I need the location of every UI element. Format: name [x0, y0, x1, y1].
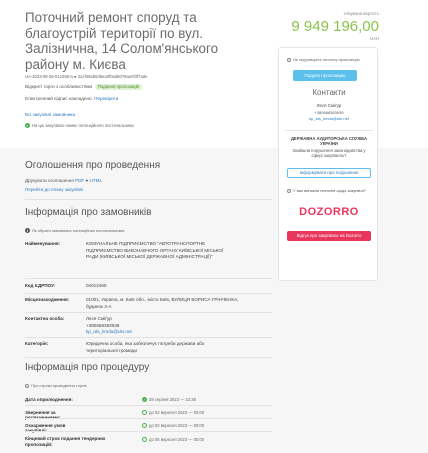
divider: [25, 337, 272, 338]
divider: [25, 278, 272, 279]
support-notice: Не підтримуєте поточну пропозицію: [287, 57, 371, 62]
divider: [25, 357, 272, 358]
verify-signature-link[interactable]: Перевірити: [94, 96, 118, 101]
print-html-link[interactable]: HTML: [90, 178, 103, 183]
print-label: Друкувати оголошення: [25, 178, 74, 183]
appeal-date: до 02 вересня 2023 — 00:00: [142, 423, 252, 430]
address-value: 01001, Україна, м. Київ обл., місто Київ…: [86, 297, 239, 309]
divider: [25, 199, 272, 200]
tender-id[interactable]: UA-2023-08-28-012359-a: [25, 74, 73, 79]
publication-date: ✓ 28 серпня 2023 — 22:36: [142, 397, 252, 404]
audit-title: ДЕРЖАВНА АУДИТОРСЬКА СЛУЖБА УКРАЇНИ: [290, 136, 368, 147]
tender-id-line: UA-2023-08-28-012359-a ● 31ef39ab0d5ea0f…: [25, 74, 148, 79]
clock-icon: [25, 383, 29, 388]
contact-person-value: Леся Сміґур +380668383939 kp_ats_kmda@uk…: [86, 316, 266, 336]
row-label: Категорія:: [25, 341, 49, 346]
info-icon: i: [25, 228, 30, 234]
no-notice-text: На цю закупівлю немає потенційного поста…: [32, 123, 134, 128]
customer-note: i Як обрати замовника потенційних постача…: [25, 228, 125, 234]
row-label: Місцезнаходження:: [25, 297, 70, 302]
contact-name: Леся Сміґур: [316, 103, 342, 108]
customer-name-value: КОМУНАЛЬНЕ ПІДПРИЄМСТВО "АВТОТРАНСПОРТНЕ…: [86, 241, 224, 260]
clock-icon: [142, 437, 147, 443]
price-amount: 9 949 196,00: [291, 18, 379, 35]
status-badge: Подання пропозицій: [94, 84, 143, 90]
submit-bid-button[interactable]: Подати пропозицію: [293, 70, 357, 81]
row-label: Контактна особа:: [25, 316, 65, 321]
procedure-note-text: Про строки проведення торгів: [31, 383, 87, 388]
info-icon: [287, 57, 291, 62]
customer-note-text: Як обрати замовника потенційних постачал…: [32, 228, 125, 233]
contacts-title: Контакти: [312, 88, 346, 97]
price-caption: очікувана вартість: [343, 11, 379, 16]
signature-line: Електронний підпис накладено. Перевірити: [25, 96, 118, 101]
contact-email[interactable]: kp_ats_kmda@ukr.net: [279, 116, 379, 121]
customer-title: Інформація про замовників: [25, 207, 152, 218]
procedure-line: Відкриті торги з особливостями Подання п…: [25, 84, 143, 90]
dozorro-note: У вас виникли питання щодо закупівлі?: [287, 188, 371, 193]
contact-person-name: Леся Сміґур: [86, 316, 112, 321]
procedure-type: Відкриті торги з особливостями: [25, 84, 93, 89]
procedure-title: Інформація про процедуру: [25, 362, 150, 373]
category-value: Юридична особа, яка забезпечує потреби д…: [86, 341, 205, 353]
submission-deadline-text: до 05 вересня 2023 — 00:00: [149, 437, 205, 442]
dozorro-note-text: У вас виникли питання щодо закупівлі?: [293, 188, 366, 193]
clock-icon: [142, 410, 147, 416]
clock-icon: [142, 423, 147, 429]
divider: [25, 293, 272, 294]
signature-text: Електронний підпис накладено.: [25, 96, 93, 101]
contact-phone: +380668383939: [314, 110, 344, 115]
divider: [25, 312, 272, 313]
print-line: Друкувати оголошення PDF ● HTML: [25, 178, 103, 183]
row-label: Код ЄДРПОУ:: [25, 283, 56, 288]
divider: [25, 431, 272, 432]
announcement-title: Оголошення про проведення: [25, 160, 161, 171]
contact-person-email[interactable]: kp_ats_kmda@ukr.net: [86, 329, 266, 336]
edrpou-value: 04012460: [86, 283, 107, 288]
dozorro-logo[interactable]: DOZORRO: [279, 206, 379, 218]
no-notice-line: ✓ На цю закупівлю немає потенційного пост…: [25, 123, 134, 129]
audit-text: Знайшли порушення законодавства у сфері …: [292, 148, 366, 159]
price-currency: UAH: [370, 36, 379, 41]
page-title: Поточний ремонт споруд та благоустрій те…: [25, 10, 219, 72]
divider: [25, 418, 272, 419]
print-pdf-link[interactable]: PDF: [75, 178, 84, 183]
procedure-note: Про строки проведення торгів: [25, 383, 87, 388]
clarification-date: до 02 вересня 2023 — 00:00: [142, 410, 252, 417]
publication-date-text: 28 серпня 2023 — 22:36: [149, 397, 196, 402]
row-label: Дата оприлюднення:: [25, 397, 73, 402]
info-icon: [287, 188, 291, 193]
appeal-date-text: до 02 вересня 2023 — 00:00: [149, 423, 205, 428]
row-label: Найменування:: [25, 241, 61, 246]
divider: [25, 405, 272, 406]
check-icon: ✓: [25, 123, 30, 129]
divider: [285, 130, 373, 131]
check-icon: ✓: [142, 397, 147, 403]
all-customer-procurements-link[interactable]: Всі закупівлі замовника: [25, 112, 75, 117]
side-panel: Не підтримуєте поточну пропозицію Подати…: [278, 47, 378, 281]
row-label: Кінцевий строк подання тендерних пропози…: [25, 436, 106, 447]
clarification-date-text: до 02 вересня 2023 — 00:00: [149, 410, 205, 415]
submission-deadline: до 05 вересня 2023 — 00:00: [142, 437, 252, 444]
support-notice-text: Не підтримуєте поточну пропозицію: [293, 57, 360, 62]
contact-person-phone: +380668383939: [86, 322, 120, 328]
plan-link[interactable]: Перейти до плану закупівлі: [25, 187, 83, 192]
tender-hash: 31ef39ab0d5ea0f0ad8076ae0f3f7ade: [77, 74, 148, 79]
report-violation-button[interactable]: Інформувати про порушення: [287, 168, 371, 178]
dozorro-review-button[interactable]: Відгук про закупівлю на Dozorro: [287, 231, 371, 241]
